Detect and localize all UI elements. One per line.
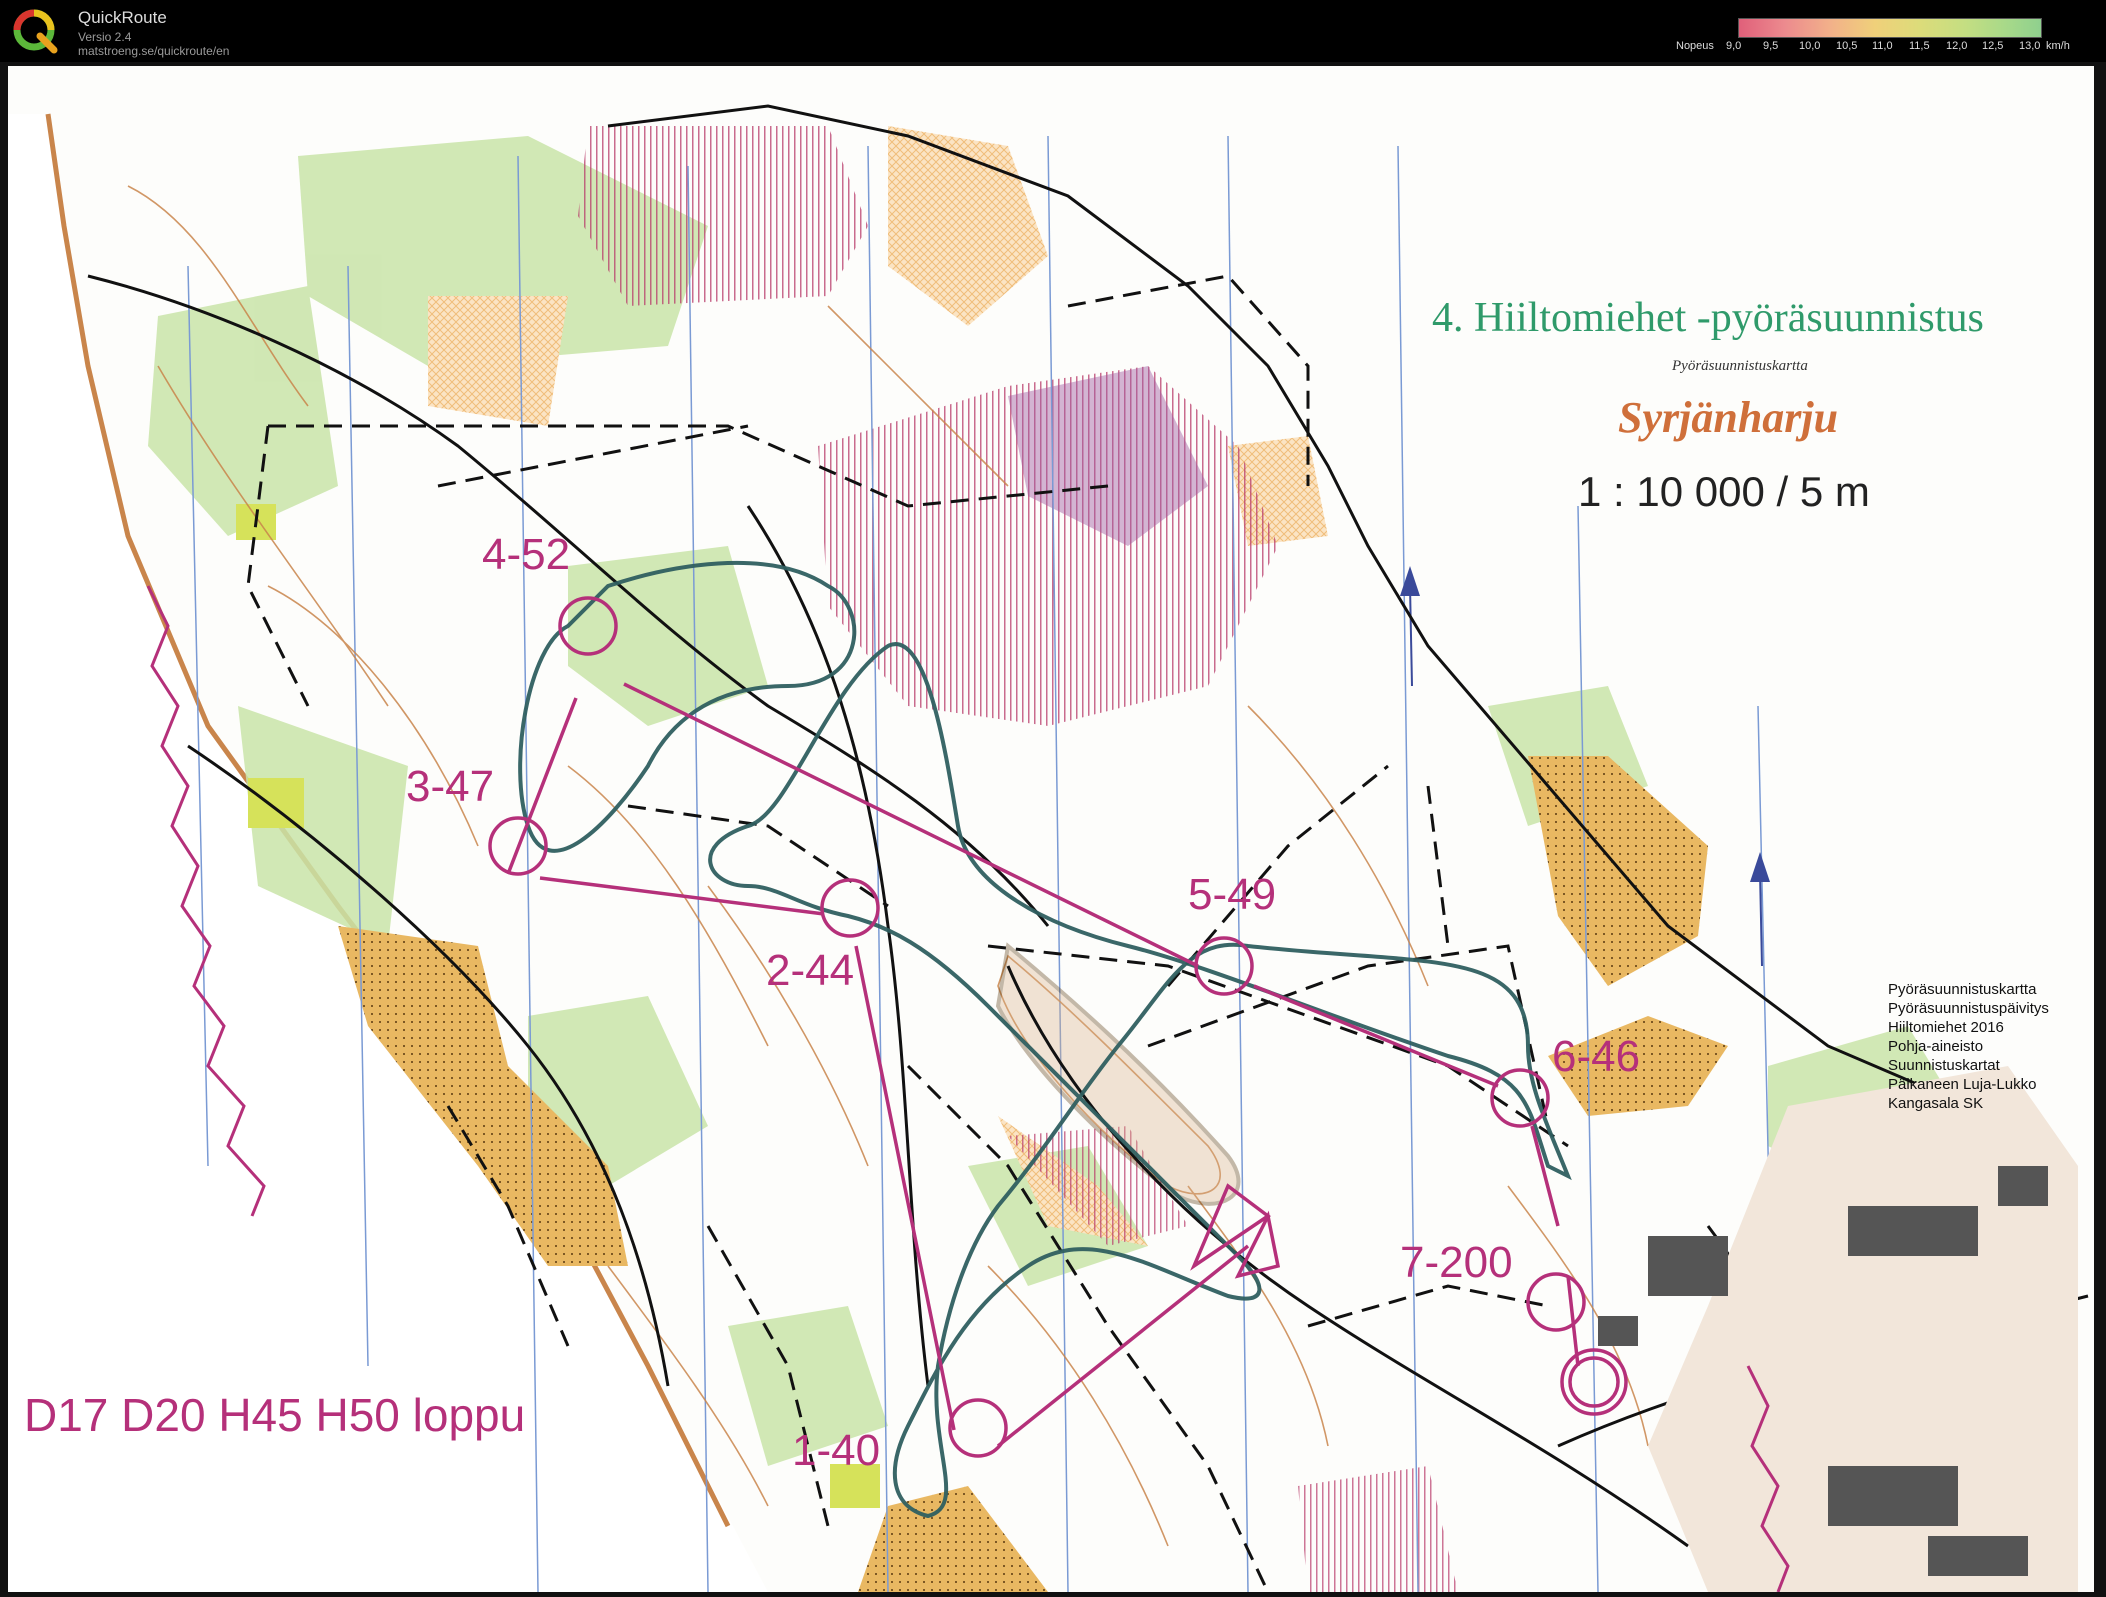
quickroute-logo-icon (13, 9, 58, 54)
speed-legend-label: Nopeus (1676, 40, 1714, 52)
event-title: 4. Hiiltomiehet -pyöräsuunnistus (1432, 295, 1984, 341)
control-label: 3-47 (406, 762, 495, 811)
speed-tick: 9,0 (1726, 40, 1742, 52)
app-title-bar: QuickRoute Versio 2.4 matstroeng.se/quic… (0, 0, 2106, 62)
speed-tick: 11,5 (1909, 40, 1930, 52)
credit-line: Hiiltomiehet 2016 (1888, 1019, 2004, 1036)
speed-tick: 12,5 (1982, 40, 2004, 52)
speed-legend-bar (1738, 18, 2042, 38)
control-7 (1526, 1272, 1586, 1332)
app-version: Versio 2.4 (78, 30, 132, 44)
speed-tick: 13,0 (2019, 40, 2041, 52)
speed-legend-unit: km/h (2046, 40, 2070, 52)
credit-line: Pohja-aineisto (1888, 1038, 1984, 1055)
credit-line: Pyöräsuunnistuskartta (1888, 981, 2037, 998)
map-name: Syrjänharju (1618, 393, 1839, 442)
credit-line: Kangasala SK (1888, 1095, 1984, 1112)
control-label: 7-200 (1400, 1238, 1513, 1287)
speed-tick: 11,0 (1872, 40, 1893, 52)
speed-tick: 10,0 (1799, 40, 1821, 52)
course-class-label: D17 D20 H45 H50 loppu (24, 1389, 526, 1441)
control-label: 6-46 (1552, 1032, 1641, 1081)
credit-line: Pälkaneen Luja-Lukko (1888, 1076, 2037, 1093)
speed-tick: 9,5 (1763, 40, 1779, 52)
control-label: 2-44 (766, 946, 855, 995)
control-label: 1-40 (792, 1426, 881, 1475)
control-label: 4-52 (482, 530, 571, 579)
map-scale: 1 : 10 000 / 5 m (1578, 468, 1870, 515)
app-url: matstroeng.se/quickroute/en (78, 44, 230, 58)
control-label: 5-49 (1188, 870, 1277, 919)
speed-tick: 12,0 (1946, 40, 1968, 52)
control-2 (820, 878, 880, 938)
orienteering-map[interactable]: 4. Hiiltomiehet -pyöräsuunnistus Pyöräsu… (8, 66, 2094, 1592)
speed-tick: 10,5 (1836, 40, 1858, 52)
app-title: QuickRoute (78, 8, 167, 27)
map-type-label: Pyöräsuunnistuskartta (1672, 358, 1808, 374)
buildings (1598, 1066, 2078, 1592)
credit-line: Pyöräsuunnistuspäivitys (1888, 1000, 2049, 1017)
credit-line: Suunnistuskartat (1888, 1057, 2000, 1074)
map-credits: Pyöräsuunnistuskartta Pyöräsuunnistuspäi… (1888, 980, 2049, 1113)
control-1 (948, 1398, 1008, 1458)
